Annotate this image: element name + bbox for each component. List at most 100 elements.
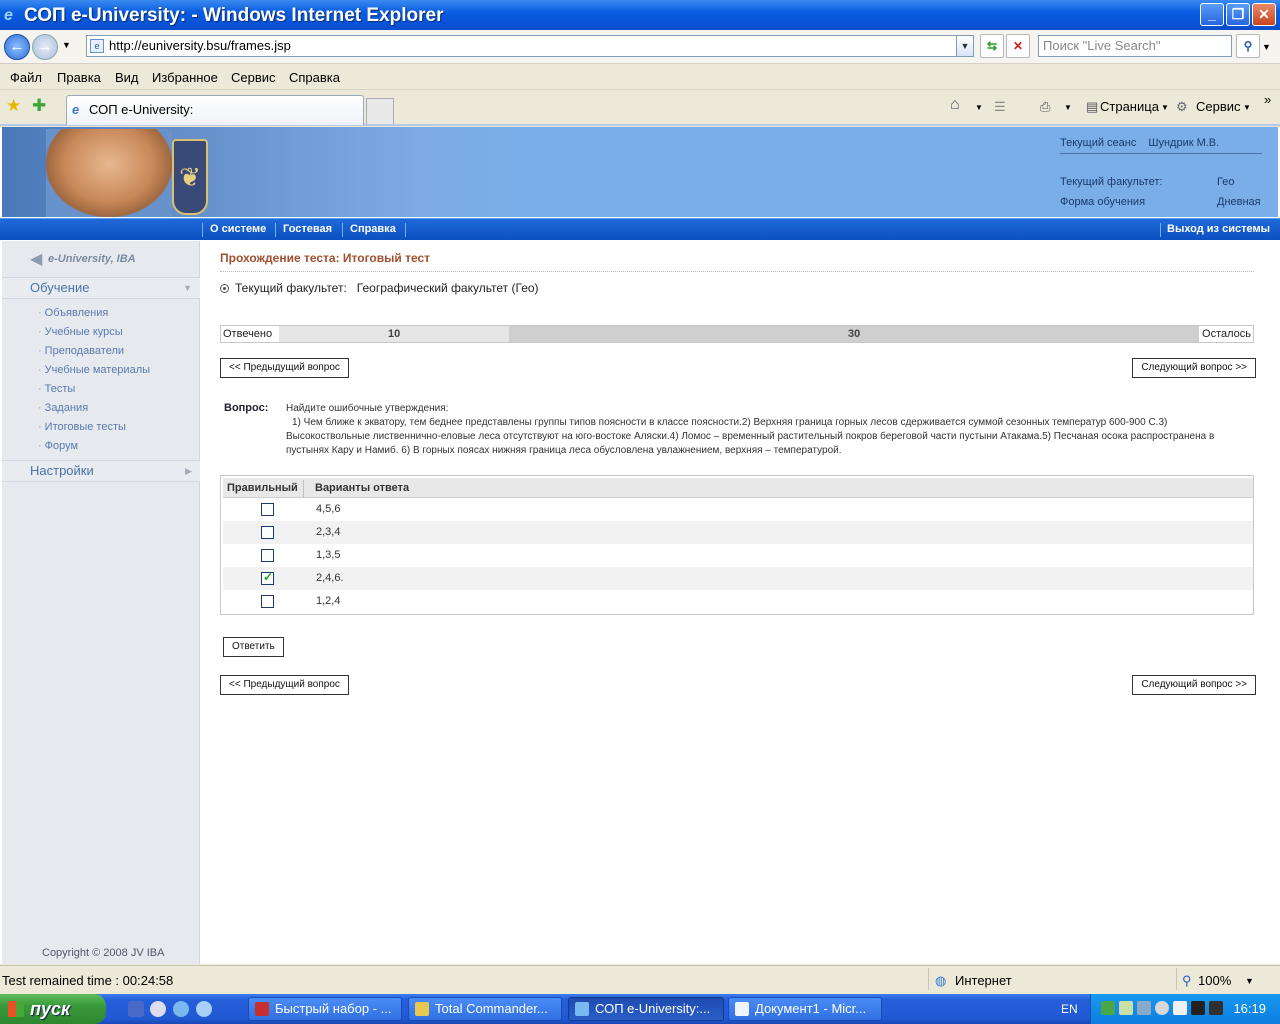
sidebar-section-learning[interactable]: Обучение ▼ xyxy=(2,277,200,299)
home-dropdown-icon[interactable]: ▼ xyxy=(975,103,983,112)
history-dropdown-icon[interactable]: ▼ xyxy=(62,40,71,50)
print-dropdown-icon[interactable]: ▼ xyxy=(1064,103,1072,112)
sidebar-section-settings[interactable]: Настройки ▶ xyxy=(2,460,200,482)
sidebar-item-final-tests[interactable]: · Итоговые тесты xyxy=(38,421,126,433)
zoom-dropdown-icon[interactable]: ▼ xyxy=(1245,976,1254,986)
tray-edit-icon[interactable] xyxy=(1209,1001,1223,1015)
stop-button[interactable]: ✕ xyxy=(1006,34,1030,58)
page-title: Прохождение теста: Итоговый тест xyxy=(220,251,431,265)
answer-checkbox[interactable] xyxy=(261,595,274,608)
answer-checkbox[interactable] xyxy=(261,503,274,516)
copyright: Copyright © 2008 JV IBA xyxy=(42,947,165,959)
taskbar-item-ie[interactable]: СОП e-University:... xyxy=(568,997,724,1021)
tray-disk-icon[interactable] xyxy=(1155,1001,1169,1015)
language-indicator[interactable]: EN xyxy=(1061,1002,1078,1016)
system-tray: 16:19 xyxy=(1090,994,1280,1024)
sidebar-item-courses[interactable]: · Учебные курсы xyxy=(38,326,123,338)
forward-button[interactable]: → xyxy=(32,34,58,60)
tab-current[interactable]: e СОП e-University: xyxy=(66,95,364,125)
nav-about-link[interactable]: О системе xyxy=(210,223,266,235)
web-page: ❦ Текущий сеанс Шундрик М.В. Текущий факу… xyxy=(0,127,1280,964)
chevron-right-icon: ▶ xyxy=(185,466,192,476)
sidebar-item-assignments[interactable]: · Задания xyxy=(38,402,88,414)
answer-row: 2,3,4 xyxy=(223,521,1253,544)
window-titlebar: e СОП e-University: - Windows Internet E… xyxy=(0,0,1280,30)
minimize-button[interactable]: _ xyxy=(1200,3,1224,26)
tray-volume-icon[interactable] xyxy=(1173,1001,1187,1015)
menu-tools[interactable]: Сервис xyxy=(231,70,276,85)
answer-text: 2,3,4 xyxy=(316,526,341,538)
study-form-label: Форма обучения xyxy=(1060,196,1146,208)
page-menu-button[interactable]: Страница xyxy=(1100,99,1159,114)
prev-question-button[interactable]: << Предыдущий вопрос xyxy=(220,358,349,378)
tray-security-icon[interactable] xyxy=(1191,1001,1205,1015)
taskbar: пуск Быстрый набор - ... Total Commander… xyxy=(0,994,1280,1024)
print-icon[interactable]: ⎙ xyxy=(1040,99,1050,115)
maximize-button[interactable]: ❐ xyxy=(1226,3,1250,26)
quicklaunch-ie2-icon[interactable] xyxy=(196,1001,212,1017)
feeds-icon[interactable]: ☰ xyxy=(994,99,1006,115)
answer-checkbox[interactable] xyxy=(261,570,274,585)
start-button[interactable]: пуск xyxy=(0,994,106,1024)
university-crest-logo: ❦ xyxy=(172,139,208,215)
sidebar-item-teachers[interactable]: · Преподаватели xyxy=(38,345,124,357)
menu-file[interactable]: Файл xyxy=(10,70,42,85)
next-question-button[interactable]: Следующий вопрос >> xyxy=(1132,358,1256,378)
close-button[interactable]: ✕ xyxy=(1252,3,1276,26)
tools-dropdown-icon[interactable]: ▼ xyxy=(1243,103,1251,112)
zoom-level[interactable]: 100% xyxy=(1198,973,1231,988)
chevron-down-icon: ▼ xyxy=(183,283,192,293)
total-commander-icon xyxy=(415,1002,429,1016)
prev-question-button-bottom[interactable]: << Предыдущий вопрос xyxy=(220,675,349,695)
nav-guestbook-link[interactable]: Гостевая xyxy=(283,223,332,235)
menu-edit[interactable]: Правка xyxy=(57,70,101,85)
banner-photo xyxy=(46,129,172,217)
taskbar-item-word[interactable]: Документ1 - Micr... xyxy=(728,997,882,1021)
divider xyxy=(220,271,1254,272)
tools-menu-button[interactable]: Сервис xyxy=(1196,99,1241,114)
search-options-icon[interactable]: ▼ xyxy=(1262,42,1271,52)
answered-count: 10 xyxy=(388,328,401,340)
menu-favorites[interactable]: Избранное xyxy=(152,70,218,85)
page-dropdown-icon[interactable]: ▼ xyxy=(1161,103,1169,112)
nav-help-link[interactable]: Справка xyxy=(350,223,396,235)
tray-app-icon[interactable] xyxy=(1119,1001,1133,1015)
quicklaunch-media-icon[interactable] xyxy=(150,1001,166,1017)
sidebar-item-announcements[interactable]: · Объявления xyxy=(38,307,108,319)
add-favorite-icon[interactable]: ✚ xyxy=(32,96,46,116)
menu-help[interactable]: Справка xyxy=(289,70,340,85)
menu-view[interactable]: Вид xyxy=(115,70,139,85)
chevron-more-icon[interactable]: » xyxy=(1264,92,1271,107)
address-dropdown-button[interactable]: ▼ xyxy=(956,35,974,57)
gear-icon: ⚙ xyxy=(1176,99,1188,114)
answers-table: Правильный Варианты ответа 4,5,6 2,3,4 1… xyxy=(220,475,1254,615)
back-button[interactable]: ← xyxy=(4,34,30,60)
tray-network-icon[interactable] xyxy=(1101,1001,1115,1015)
answer-checkbox[interactable] xyxy=(261,549,274,562)
globe-icon: ◍ xyxy=(935,973,947,988)
address-input[interactable]: e http://euniversity.bsu/frames.jsp xyxy=(86,35,974,57)
quicklaunch-save-icon[interactable] xyxy=(128,1001,144,1017)
new-tab-button[interactable] xyxy=(366,98,394,124)
window-title: СОП e-University: - Windows Internet Exp… xyxy=(24,5,444,26)
sidebar-item-materials[interactable]: · Учебные материалы xyxy=(38,364,150,376)
status-separator xyxy=(1176,968,1177,990)
quicklaunch-ie-icon[interactable] xyxy=(173,1001,189,1017)
taskbar-item-totalcommander[interactable]: Total Commander... xyxy=(408,997,562,1021)
home-icon[interactable]: ⌂ xyxy=(950,96,960,114)
answer-checkbox[interactable] xyxy=(261,526,274,539)
refresh-button[interactable]: ⇆ xyxy=(980,34,1004,58)
logout-link[interactable]: Выход из системы xyxy=(1167,223,1270,235)
tray-monitor-icon[interactable] xyxy=(1137,1001,1151,1015)
search-icon[interactable]: ⚲ xyxy=(1236,34,1260,58)
search-input[interactable]: Поиск "Live Search" xyxy=(1038,35,1232,57)
next-question-button-bottom[interactable]: Следующий вопрос >> xyxy=(1132,675,1256,695)
status-bar: Test remained time : 00:24:58 ◍ Интернет… xyxy=(0,965,1280,991)
faculty-value: Гео xyxy=(1217,176,1235,188)
ie-icon xyxy=(575,1002,589,1016)
taskbar-item-quickdial[interactable]: Быстрый набор - ... xyxy=(248,997,402,1021)
favorites-star-icon[interactable]: ★ xyxy=(6,96,21,116)
sidebar-item-tests[interactable]: · Тесты xyxy=(38,383,75,395)
submit-answer-button[interactable]: Ответить xyxy=(223,637,284,657)
sidebar-item-forum[interactable]: · Форум xyxy=(38,440,78,452)
